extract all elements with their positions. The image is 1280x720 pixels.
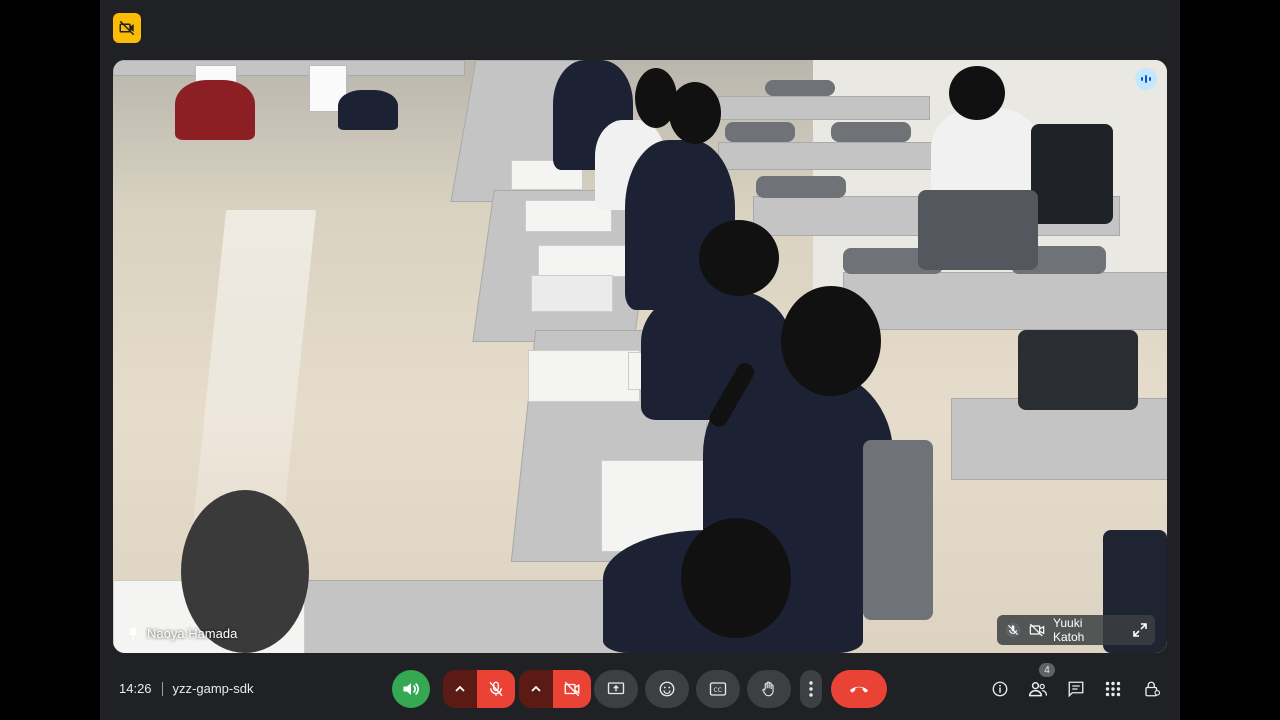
activities-grid-icon [1105, 681, 1121, 697]
raise-hand-button[interactable] [747, 670, 791, 708]
bottom-toolbar: 14:26 yzz-gamp-sdk CC 4 [100, 660, 1180, 720]
handout [538, 245, 630, 277]
present-screen-icon [607, 681, 625, 697]
chair [765, 80, 835, 96]
captions-button[interactable]: CC [696, 670, 740, 708]
chevron-up-icon [455, 685, 465, 693]
chair [831, 122, 911, 142]
backpack [1031, 124, 1113, 224]
rear-desk [718, 142, 950, 170]
speaker-volume-icon [401, 679, 421, 699]
info-icon [991, 680, 1009, 698]
speaking-indicator-icon [1135, 68, 1157, 90]
front-right-desk [843, 272, 1167, 330]
jacket [918, 190, 1038, 270]
self-view-tile[interactable]: Yuuki Katoh [997, 615, 1155, 645]
meeting-time: 14:26 [119, 681, 152, 696]
meeting-details-button[interactable] [985, 674, 1015, 704]
captions-icon: CC [709, 681, 727, 697]
leave-call-button[interactable] [831, 670, 887, 708]
pin-icon[interactable] [127, 627, 139, 641]
camera-off-badge-icon[interactable] [113, 13, 141, 43]
people-icon [1028, 680, 1048, 698]
people-button[interactable] [1023, 674, 1053, 704]
raise-hand-icon [760, 680, 778, 698]
right-letterbox [1180, 0, 1280, 720]
host-controls-button[interactable] [1137, 674, 1167, 704]
more-options-button[interactable] [800, 670, 822, 708]
meeting-code[interactable]: yzz-gamp-sdk [173, 681, 254, 696]
chevron-up-icon [531, 685, 541, 693]
participant-count-badge: 4 [1039, 663, 1055, 677]
mic-options-button[interactable] [443, 670, 477, 708]
reactions-button[interactable] [645, 670, 689, 708]
person-back-left [175, 80, 255, 140]
speaker-button[interactable] [392, 670, 430, 708]
chair [863, 440, 933, 620]
camera-toggle-button[interactable] [553, 670, 591, 708]
activities-button[interactable] [1098, 674, 1128, 704]
camera-options-button[interactable] [519, 670, 553, 708]
mic-toggle-button[interactable] [477, 670, 515, 708]
main-participant-label: Naoya Hamada [127, 626, 237, 641]
chat-button[interactable] [1061, 674, 1091, 704]
back-table [113, 60, 465, 76]
more-vert-icon [809, 681, 813, 697]
hang-up-icon [848, 684, 870, 694]
camera-control-group [519, 670, 591, 708]
divider [161, 681, 163, 696]
chair [756, 176, 846, 198]
meeting-info: 14:26 yzz-gamp-sdk [119, 681, 253, 696]
rear-desk [718, 96, 930, 120]
chair [725, 122, 795, 142]
self-camera-off-icon [1029, 623, 1045, 637]
handout [528, 350, 640, 402]
left-letterbox [0, 0, 100, 720]
camera-off-icon [563, 680, 581, 698]
mic-control-group [443, 670, 515, 708]
chat-icon [1067, 680, 1085, 698]
svg-text:CC: CC [714, 687, 722, 694]
mic-off-icon [487, 680, 505, 698]
notebook [531, 275, 613, 312]
present-button[interactable] [594, 670, 638, 708]
person-head [949, 66, 1005, 120]
expand-icon[interactable] [1133, 623, 1147, 637]
self-mic-off-icon [1005, 622, 1021, 638]
student-head [781, 286, 881, 396]
student-head [681, 518, 791, 638]
bag [1018, 330, 1138, 410]
main-participant-name: Naoya Hamada [147, 626, 238, 641]
near-right-desk [951, 398, 1167, 480]
meet-window: Naoya Hamada Yuuki Katoh 14:26 yzz-gamp-… [100, 0, 1180, 720]
self-name: Yuuki Katoh [1053, 616, 1085, 644]
lock-person-icon [1143, 680, 1161, 698]
student-head [699, 220, 779, 296]
main-video-tile[interactable]: Naoya Hamada Yuuki Katoh [113, 60, 1167, 653]
student-head [669, 82, 721, 144]
person-back-center [338, 90, 398, 130]
emoji-icon [658, 680, 676, 698]
